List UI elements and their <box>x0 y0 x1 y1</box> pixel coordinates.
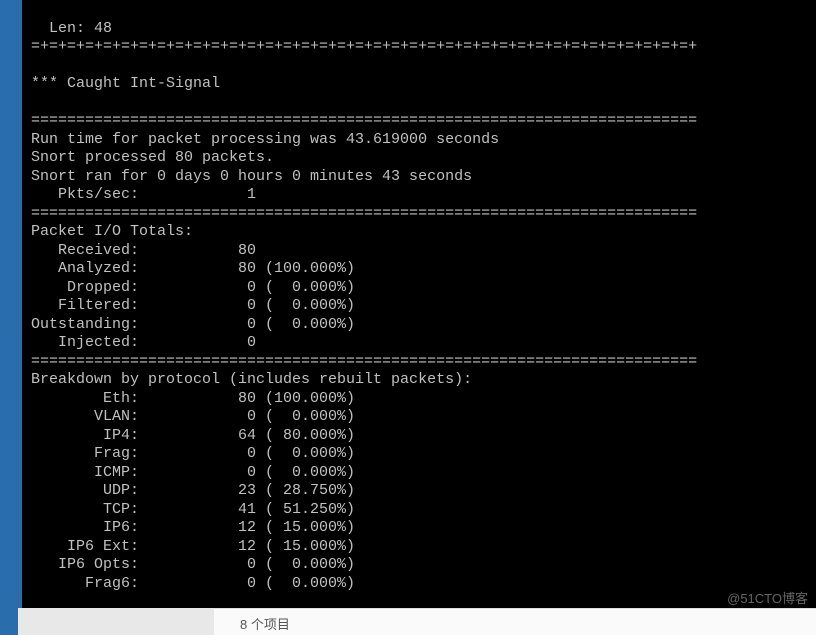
explorer-left-area <box>18 608 214 635</box>
terminal-processed: Snort processed 80 packets. <box>31 149 274 166</box>
terminal-window[interactable]: Len: 48 =+=+=+=+=+=+=+=+=+=+=+=+=+=+=+=+… <box>22 0 816 608</box>
terminal-proto-row: IP6: 12 ( 15.000%) <box>31 519 355 536</box>
terminal-proto-row: Eth: 80 (100.000%) <box>31 390 355 407</box>
terminal-proto-row: TCP: 41 ( 51.250%) <box>31 501 355 518</box>
terminal-proto-row: UDP: 23 ( 28.750%) <box>31 482 355 499</box>
terminal-breakdown-header: Breakdown by protocol (includes rebuilt … <box>31 371 472 388</box>
terminal-proto-row: ICMP: 0 ( 0.000%) <box>31 464 355 481</box>
terminal-caught-signal: *** Caught Int-Signal <box>31 75 220 92</box>
terminal-proto-row: IP6 Opts: 0 ( 0.000%) <box>31 556 355 573</box>
terminal-proto-row: Frag: 0 ( 0.000%) <box>31 445 355 462</box>
terminal-divider: =+=+=+=+=+=+=+=+=+=+=+=+=+=+=+=+=+=+=+=+… <box>31 38 697 55</box>
terminal-io-row: Received: 80 <box>31 242 256 259</box>
explorer-status-bar: 8 个项目 <box>214 608 816 635</box>
terminal-io-row: Injected: 0 <box>31 334 256 351</box>
watermark-text: @51CTO博客 <box>727 588 808 607</box>
terminal-divider: ========================================… <box>31 205 697 222</box>
terminal-io-row: Dropped: 0 ( 0.000%) <box>31 279 355 296</box>
terminal-proto-row: IP6 Ext: 12 ( 15.000%) <box>31 538 355 555</box>
terminal-pktssec: Pkts/sec: 1 <box>31 186 256 203</box>
terminal-divider: ========================================… <box>31 112 697 129</box>
terminal-proto-row: IP4: 64 ( 80.000%) <box>31 427 355 444</box>
terminal-ranfor: Snort ran for 0 days 0 hours 0 minutes 4… <box>31 168 472 185</box>
terminal-proto-row: Frag6: 0 ( 0.000%) <box>31 575 355 592</box>
terminal-runtime: Run time for packet processing was 43.61… <box>31 131 499 148</box>
terminal-line-len: Len: 48 <box>31 20 112 37</box>
terminal-proto-row: VLAN: 0 ( 0.000%) <box>31 408 355 425</box>
terminal-io-header: Packet I/O Totals: <box>31 223 193 240</box>
desktop-left-strip <box>0 0 22 635</box>
terminal-io-row: Analyzed: 80 (100.000%) <box>31 260 355 277</box>
terminal-io-row: Outstanding: 0 ( 0.000%) <box>31 316 355 333</box>
item-count-label: 8 个项目 <box>240 617 290 632</box>
terminal-io-row: Filtered: 0 ( 0.000%) <box>31 297 355 314</box>
terminal-divider: ========================================… <box>31 353 697 370</box>
